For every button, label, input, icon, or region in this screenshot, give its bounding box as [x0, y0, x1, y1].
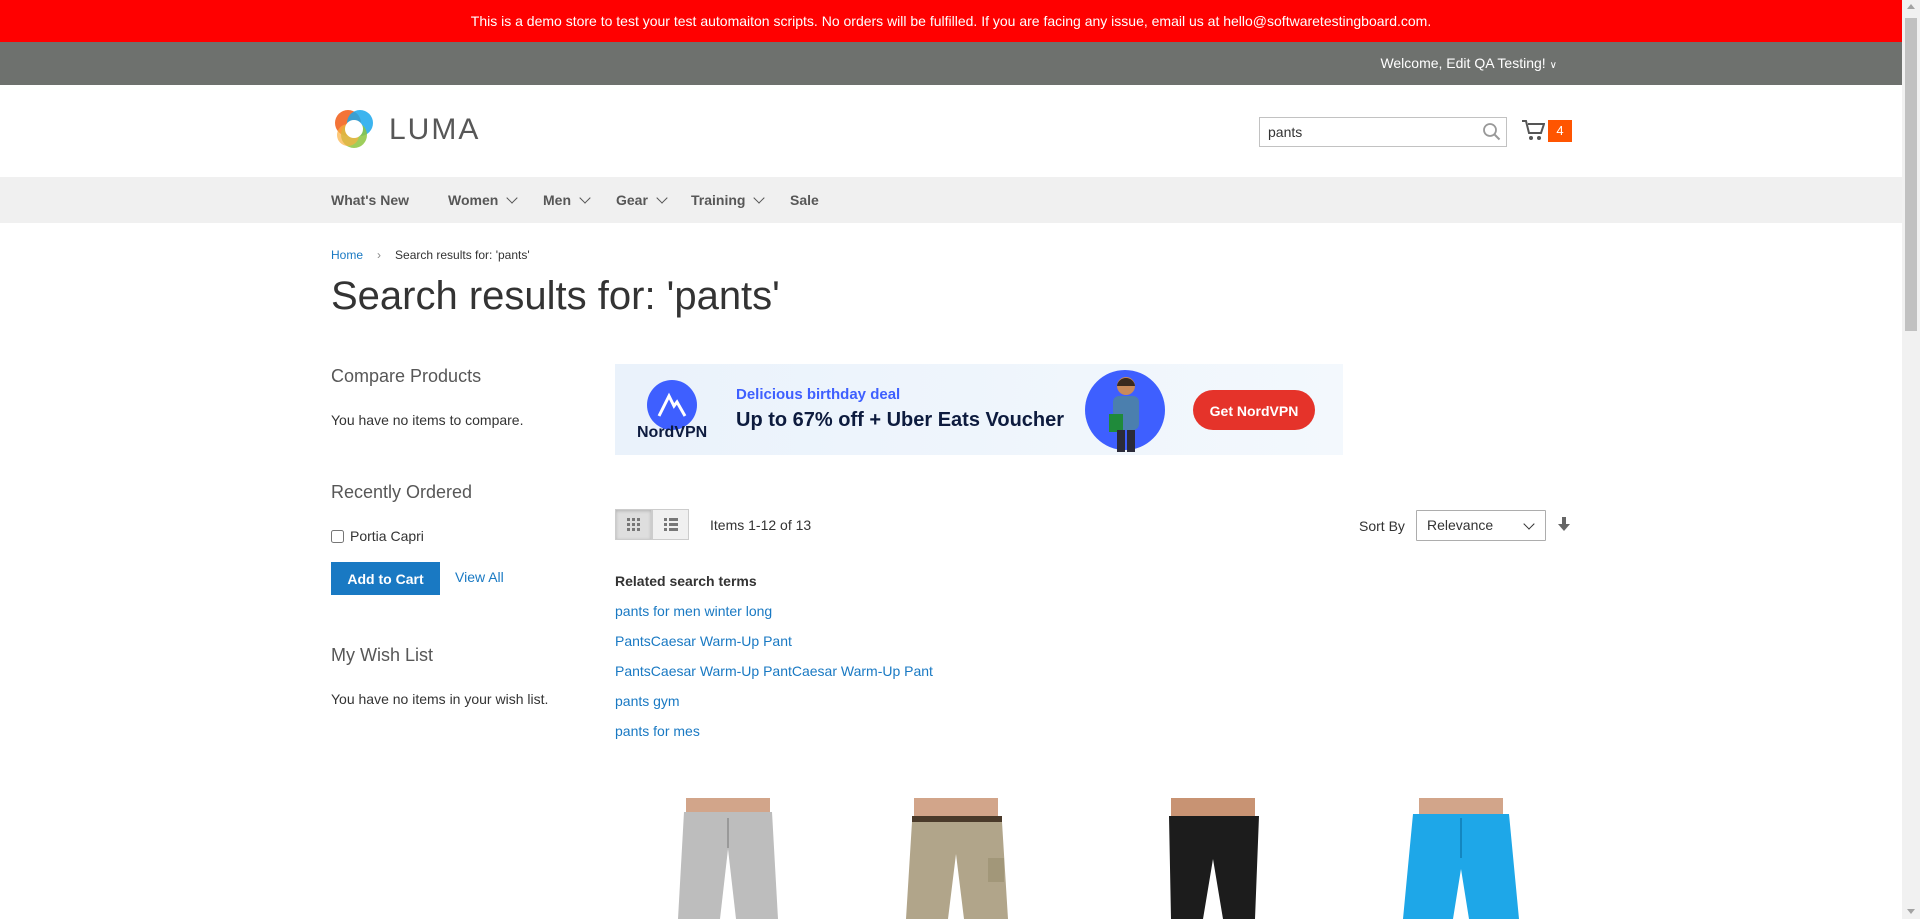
chevron-down-icon	[656, 192, 668, 204]
chevron-down-icon: ∨	[1549, 60, 1557, 71]
search-input[interactable]	[1259, 117, 1507, 147]
related-search-terms-title: Related search terms	[615, 573, 757, 589]
nordvpn-logo-icon	[647, 380, 697, 430]
banner-offer-text: Up to 67% off + Uber Eats Voucher	[736, 409, 1065, 431]
recently-ordered-checkbox[interactable]	[331, 529, 344, 543]
nordvpn-ad-banner[interactable]: NordVPN Delicious birthday deal Up to 67…	[615, 364, 1343, 455]
header-panel: Welcome, Edit QA Testing! ∨	[0, 42, 1902, 85]
grid-view-icon	[627, 518, 640, 531]
promo-banner: This is a demo store to test your test a…	[0, 0, 1902, 42]
cart-count-badge[interactable]: 4	[1548, 120, 1572, 142]
view-all-link[interactable]: View All	[455, 569, 504, 585]
related-term-link[interactable]: PantsCaesar Warm-Up Pant	[615, 633, 792, 649]
nav-item-women[interactable]: Women	[448, 177, 518, 223]
chevron-down-icon	[1523, 518, 1535, 530]
product-image-black-pants[interactable]	[1149, 798, 1279, 919]
breadcrumb: Home › Search results for: 'pants'	[331, 248, 530, 262]
sort-arrow-down-icon[interactable]	[1556, 515, 1572, 533]
nav-label: Training	[691, 192, 746, 208]
sort-by-select[interactable]: Relevance	[1416, 510, 1546, 541]
nav-label: What's New	[331, 192, 410, 208]
sort-by-label: Sort By	[1359, 518, 1405, 534]
luma-logo-icon	[335, 110, 373, 148]
logo-wordmark: LUMA	[389, 113, 481, 146]
scrollbar-thumb[interactable]	[1905, 18, 1917, 331]
nav-label: Gear	[616, 192, 648, 208]
related-term-link[interactable]: PantsCaesar Warm-Up PantCaesar Warm-Up P…	[615, 663, 933, 679]
product-image-grey-pants[interactable]	[664, 798, 794, 919]
wishlist-empty-text: You have no items in your wish list.	[331, 691, 549, 707]
nav-label: Women	[448, 192, 499, 208]
chevron-right-icon: ›	[377, 248, 382, 262]
list-view-button[interactable]	[652, 509, 689, 540]
nav-item-training[interactable]: Training	[691, 177, 766, 223]
store-logo[interactable]: LUMA	[331, 107, 481, 153]
welcome-text: Welcome, Edit QA Testing!	[1380, 55, 1546, 71]
chevron-down-icon	[753, 192, 766, 204]
wishlist-title: My Wish List	[331, 645, 434, 665]
get-nordvpn-button[interactable]: Get NordVPN	[1193, 390, 1315, 430]
nav-label: Sale	[790, 192, 819, 208]
list-view-icon	[664, 518, 678, 531]
add-to-cart-button[interactable]: Add to Cart	[331, 562, 440, 595]
main-navigation: What's New Women Men Gear Training Sale	[0, 177, 1902, 223]
nav-item-gear[interactable]: Gear	[616, 177, 668, 223]
nav-item-sale[interactable]: Sale	[790, 177, 819, 223]
product-image-blue-shorts[interactable]	[1397, 798, 1527, 919]
page-title: Search results for: 'pants'	[331, 274, 780, 318]
nav-label: Men	[543, 192, 571, 208]
related-term-link[interactable]: pants for men winter long	[615, 603, 772, 619]
person-illustration-icon	[1109, 377, 1139, 452]
recently-ordered-title: Recently Ordered	[331, 482, 473, 502]
compare-products-title: Compare Products	[331, 366, 482, 386]
chevron-down-icon	[579, 192, 591, 204]
scrollbar-down-arrow[interactable]	[1907, 909, 1915, 914]
recently-ordered-item[interactable]: Portia Capri	[331, 528, 424, 544]
toolbar-amount: Items 1-12 of 13	[710, 517, 812, 533]
recently-ordered-item-name: Portia Capri	[350, 528, 424, 544]
related-term-link[interactable]: pants gym	[615, 693, 680, 709]
breadcrumb-home-link[interactable]: Home	[331, 248, 363, 262]
banner-deal-text: Delicious birthday deal	[736, 386, 901, 403]
chevron-down-icon	[506, 192, 518, 204]
related-term-link[interactable]: pants for mes	[615, 723, 700, 739]
compare-empty-text: You have no items to compare.	[331, 412, 524, 428]
search-icon[interactable]	[1482, 122, 1502, 142]
sort-by-value: Relevance	[1427, 517, 1494, 533]
customer-welcome-menu[interactable]: Welcome, Edit QA Testing! ∨	[1380, 42, 1557, 87]
grid-view-button[interactable]	[615, 509, 652, 540]
nav-item-men[interactable]: Men	[543, 177, 591, 223]
breadcrumb-current: Search results for: 'pants'	[395, 248, 530, 262]
nav-item-whats-new[interactable]: What's New	[331, 177, 409, 223]
product-image-khaki-pants[interactable]	[892, 798, 1022, 919]
page-scrollbar[interactable]	[1902, 0, 1920, 919]
banner-brand: NordVPN	[637, 424, 708, 441]
cart-icon	[1522, 120, 1546, 140]
scrollbar-up-arrow[interactable]	[1907, 4, 1915, 9]
